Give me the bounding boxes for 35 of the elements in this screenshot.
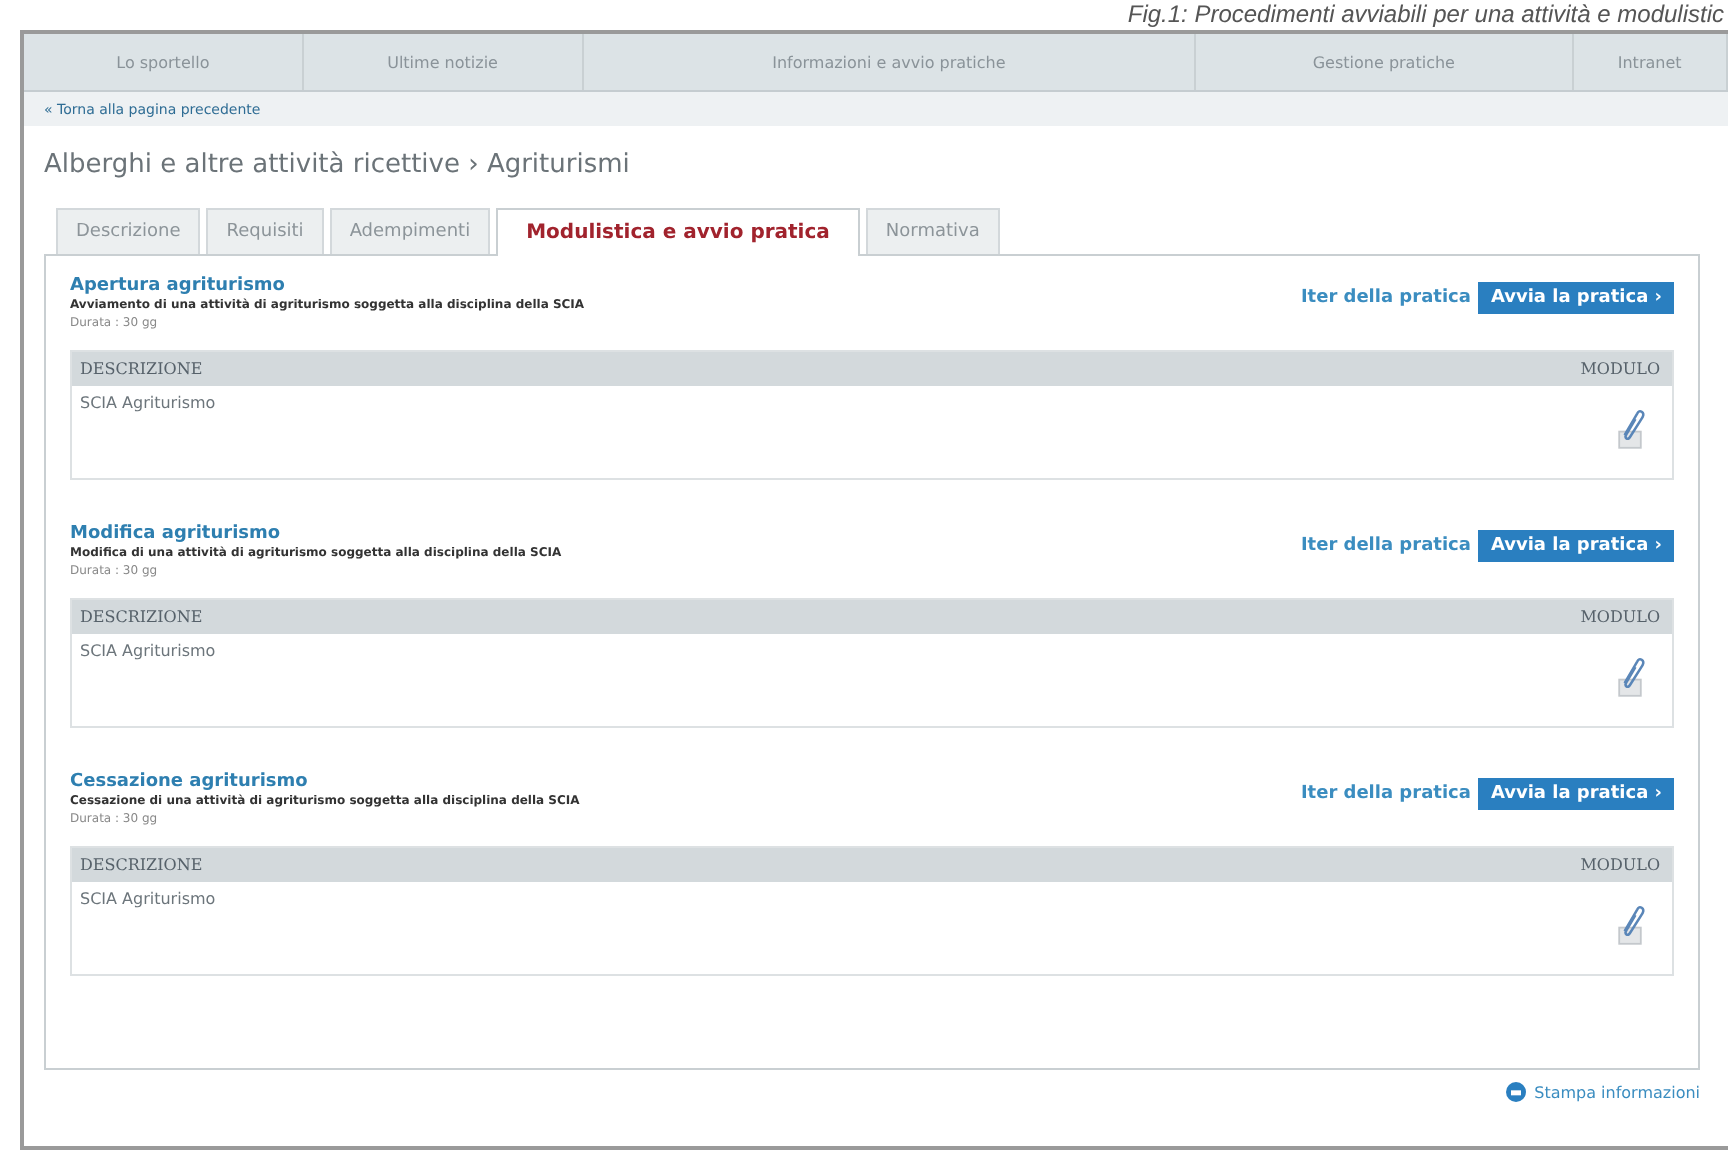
paperclip-document-icon[interactable]	[1612, 406, 1648, 450]
column-header: DESCRIZIONE	[80, 856, 203, 874]
nav-item[interactable]: Informazioni e avvio pratiche	[583, 34, 1197, 90]
iter-link[interactable]: Iter della pratica	[1300, 536, 1471, 556]
start-button[interactable]: Avvia la pratica ›	[1478, 282, 1674, 314]
column-header: MODULO	[1580, 360, 1660, 378]
paperclip-document-icon[interactable]	[1612, 654, 1648, 698]
procedure-title[interactable]: Cessazione agriturismo	[70, 772, 580, 792]
nav-item[interactable]: Ultime notizie	[303, 34, 584, 90]
figure-caption: Fig.1: Procedimenti avviabili per una attività e modulistic	[1127, 0, 1726, 30]
iter-link[interactable]: Iter della pratica	[1300, 784, 1471, 804]
table-cell-text: SCIA Agriturismo	[80, 890, 216, 912]
column-header: DESCRIZIONE	[80, 360, 203, 378]
print-link-text[interactable]: Stampa informazioni	[1534, 1083, 1700, 1101]
print-link[interactable]: Stampa informazioni	[1506, 1082, 1700, 1102]
iter-link[interactable]: Iter della pratica	[1300, 288, 1471, 308]
column-header: MODULO	[1580, 608, 1660, 626]
tab[interactable]: Adempimenti	[329, 208, 491, 254]
tab[interactable]: Descrizione	[56, 208, 201, 254]
paperclip-document-icon[interactable]	[1612, 902, 1648, 946]
procedure-title[interactable]: Apertura agriturismo	[70, 276, 585, 296]
start-button[interactable]: Avvia la pratica ›	[1478, 778, 1674, 810]
table-cell-text: SCIA Agriturismo	[80, 642, 216, 664]
start-button[interactable]: Avvia la pratica ›	[1478, 530, 1674, 562]
tab[interactable]: Modulistica e avvio pratica	[496, 208, 860, 256]
column-header: DESCRIZIONE	[80, 608, 203, 626]
page-title: Alberghi e altre attività ricettive › Agriturismi	[44, 150, 632, 180]
tab[interactable]: Normativa	[865, 208, 1000, 254]
table-cell-text: SCIA Agriturismo	[80, 394, 216, 416]
column-header: MODULO	[1580, 856, 1660, 874]
nav-item[interactable]: Gestione pratiche	[1196, 34, 1574, 90]
nav-item[interactable]: Lo sportello	[24, 34, 304, 90]
procedure-title[interactable]: Modifica agriturismo	[70, 524, 562, 544]
nav-item[interactable]: Intranet	[1573, 34, 1728, 90]
tab[interactable]: Requisiti	[206, 208, 324, 254]
